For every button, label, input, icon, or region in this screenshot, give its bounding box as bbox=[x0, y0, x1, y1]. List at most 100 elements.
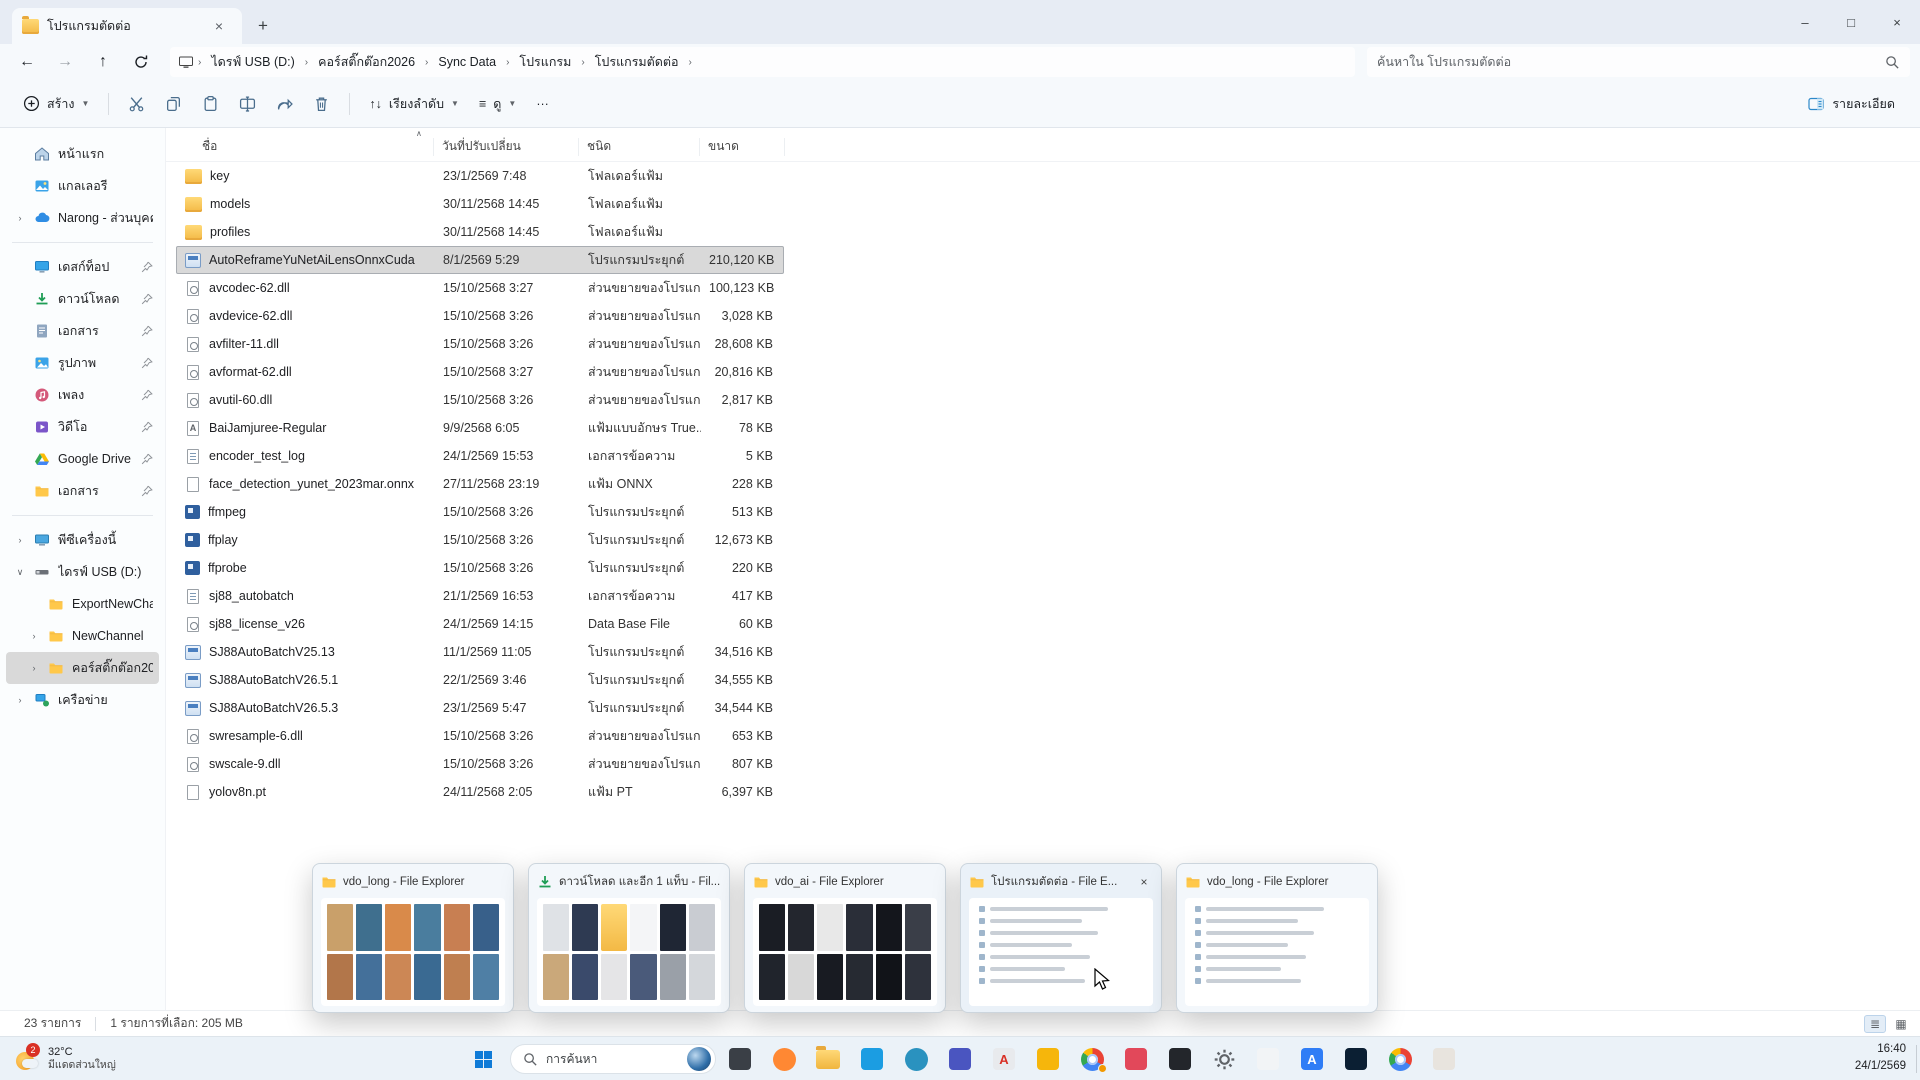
explorer-tab[interactable]: โปรแกรมตัดต่อ × bbox=[12, 8, 242, 44]
cut-button[interactable] bbox=[119, 87, 154, 121]
taskbar-clock[interactable]: 16:40 24/1/2569 bbox=[1855, 1041, 1906, 1074]
file-row[interactable]: sj88_license_v2624/1/2569 14:15Data Base… bbox=[176, 610, 784, 638]
sidebar-item[interactable]: ›เครือข่าย bbox=[6, 684, 159, 716]
taskbar-preview-card[interactable]: vdo_long - File Explorer bbox=[1176, 863, 1378, 1013]
taskbar-preview-card[interactable]: ดาวน์โหลด และอีก 1 แท็บ - Fil... bbox=[528, 863, 730, 1013]
copy-button[interactable] bbox=[156, 87, 191, 121]
details-view-toggle[interactable]: ≣ bbox=[1864, 1015, 1886, 1033]
maximize-button[interactable]: □ bbox=[1828, 0, 1874, 44]
google-drive-icon[interactable] bbox=[1032, 1044, 1064, 1074]
sidebar-item[interactable]: ExportNewChanel bbox=[6, 588, 159, 620]
rename-button[interactable] bbox=[230, 87, 265, 121]
app-icon-red[interactable] bbox=[1120, 1044, 1152, 1074]
sidebar-item[interactable]: ∨ไดรฟ์ USB (D:) bbox=[6, 556, 159, 588]
file-row[interactable]: encoder_test_log24/1/2569 15:53เอกสารข้อ… bbox=[176, 442, 784, 470]
file-row[interactable]: avdevice-62.dll15/10/2568 3:26ส่วนขยายขอ… bbox=[176, 302, 784, 330]
more-button[interactable]: ··· bbox=[527, 87, 558, 121]
taskbar-preview-card[interactable]: vdo_long - File Explorer bbox=[312, 863, 514, 1013]
file-row[interactable]: SJ88AutoBatchV26.5.122/1/2569 3:46โปรแกร… bbox=[176, 666, 784, 694]
column-header-size[interactable]: ขนาด bbox=[700, 138, 785, 156]
up-button[interactable]: ↑ bbox=[86, 47, 120, 77]
file-row[interactable]: SJ88AutoBatchV25.1311/1/2569 11:05โปรแกร… bbox=[176, 638, 784, 666]
share-button[interactable] bbox=[267, 87, 302, 121]
file-row[interactable]: face_detection_yunet_2023mar.onnx27/11/2… bbox=[176, 470, 784, 498]
taskbar-preview-card[interactable]: vdo_ai - File Explorer bbox=[744, 863, 946, 1013]
file-row[interactable]: swresample-6.dll15/10/2568 3:26ส่วนขยายข… bbox=[176, 722, 784, 750]
file-row[interactable]: swscale-9.dll15/10/2568 3:26ส่วนขยายของโ… bbox=[176, 750, 784, 778]
refresh-button[interactable] bbox=[124, 47, 158, 77]
column-header-type[interactable]: ชนิด bbox=[579, 138, 700, 156]
view-button[interactable]: ≡ ดู▼ bbox=[470, 87, 525, 121]
back-button[interactable]: ← bbox=[10, 47, 44, 77]
sidebar-item[interactable]: รูปภาพ bbox=[6, 347, 159, 379]
sidebar-item[interactable]: Google Drive (G: bbox=[6, 443, 159, 475]
tab-close-icon[interactable]: × bbox=[206, 14, 232, 38]
delete-button[interactable] bbox=[304, 87, 339, 121]
show-desktop-button[interactable] bbox=[1916, 1045, 1920, 1073]
close-button[interactable]: × bbox=[1874, 0, 1920, 44]
file-row[interactable]: sj88_autobatch21/1/2569 16:53เอกสารข้อคว… bbox=[176, 582, 784, 610]
file-row[interactable]: avutil-60.dll15/10/2568 3:26ส่วนขยายของโ… bbox=[176, 386, 784, 414]
search-input[interactable]: ค้นหาใน โปรแกรมตัดต่อ bbox=[1367, 47, 1910, 77]
start-button[interactable] bbox=[466, 1044, 500, 1074]
file-explorer-icon[interactable] bbox=[812, 1044, 844, 1074]
weather-widget[interactable]: 2 32°C มีแดดส่วนใหญ่ bbox=[8, 1041, 122, 1077]
sidebar-item[interactable]: ›NewChannel bbox=[6, 620, 159, 652]
file-row[interactable]: ffplay15/10/2568 3:26โปรแกรมประยุกต์12,6… bbox=[176, 526, 784, 554]
app-icon-black[interactable] bbox=[1164, 1044, 1196, 1074]
edge-icon[interactable] bbox=[900, 1044, 932, 1074]
breadcrumb-item[interactable]: โปรแกรมตัดต่อ bbox=[589, 49, 685, 75]
file-row[interactable]: AutoReframeYuNetAiLensOnnxCuda8/1/2569 5… bbox=[176, 246, 784, 274]
preview-close-icon[interactable]: × bbox=[1135, 873, 1153, 891]
sidebar-item[interactable]: ›พีซีเครื่องนี้ bbox=[6, 524, 159, 556]
pen-tool-icon[interactable] bbox=[1428, 1044, 1460, 1074]
details-pane-button[interactable]: รายละเอียด bbox=[1798, 87, 1904, 121]
sidebar-item[interactable]: หน้าแรก bbox=[6, 138, 159, 170]
taskbar-search[interactable]: การค้นหา bbox=[510, 1044, 716, 1074]
sidebar-item[interactable]: เอกสาร bbox=[6, 315, 159, 347]
file-row[interactable]: ffmpeg15/10/2568 3:26โปรแกรมประยุกต์513 … bbox=[176, 498, 784, 526]
breadcrumb-item[interactable]: ไดรฟ์ USB (D:) bbox=[205, 49, 300, 75]
paste-button[interactable] bbox=[193, 87, 228, 121]
settings-icon[interactable] bbox=[1208, 1044, 1240, 1074]
breadcrumb-item[interactable]: โปรแกรม bbox=[513, 49, 577, 75]
file-row[interactable]: avcodec-62.dll15/10/2568 3:27ส่วนขยายของ… bbox=[176, 274, 784, 302]
app-icon-white[interactable] bbox=[1252, 1044, 1284, 1074]
sidebar-item[interactable]: ›คอร์สติ๊กต๊อก2026 bbox=[6, 652, 159, 684]
thumbnail-view-toggle[interactable]: ▦ bbox=[1890, 1015, 1912, 1033]
column-header-name[interactable]: ชื่อ bbox=[166, 138, 434, 156]
sidebar-item[interactable]: เพลง bbox=[6, 379, 159, 411]
sidebar-item[interactable]: เดสก์ท็อป bbox=[6, 251, 159, 283]
chevron-right-icon[interactable]: › bbox=[28, 663, 40, 673]
file-row[interactable]: ffprobe15/10/2568 3:26โปรแกรมประยุกต์220… bbox=[176, 554, 784, 582]
column-header-date[interactable]: วันที่ปรับเปลี่ยน bbox=[434, 138, 579, 156]
chevron-right-icon[interactable]: › bbox=[14, 213, 26, 223]
mail-icon[interactable]: A bbox=[988, 1044, 1020, 1074]
file-row[interactable]: yolov8n.pt24/11/2568 2:05แฟ้ม PT6,397 KB bbox=[176, 778, 784, 806]
chrome-icon[interactable] bbox=[1076, 1044, 1108, 1074]
app-icon-blue-a[interactable]: A bbox=[1296, 1044, 1328, 1074]
sidebar-item[interactable]: ›Narong - ส่วนบุคคล bbox=[6, 202, 159, 234]
sidebar-item[interactable]: ดาวน์โหลด bbox=[6, 283, 159, 315]
chevron-right-icon[interactable]: › bbox=[14, 695, 26, 705]
new-button[interactable]: สร้าง▼ bbox=[14, 87, 98, 121]
file-row[interactable]: key23/1/2569 7:48โฟลเดอร์แฟ้ม bbox=[176, 162, 784, 190]
breadcrumb-item[interactable]: Sync Data bbox=[432, 52, 502, 72]
breadcrumb-item[interactable]: คอร์สติ๊กต๊อก2026 bbox=[312, 49, 421, 75]
sort-button[interactable]: ↑↓ เรียงลำดับ▼ bbox=[360, 87, 468, 121]
file-row[interactable]: models30/11/2568 14:45โฟลเดอร์แฟ้ม bbox=[176, 190, 784, 218]
sidebar-item[interactable]: เอกสาร bbox=[6, 475, 159, 507]
file-row[interactable]: profiles30/11/2568 14:45โฟลเดอร์แฟ้ม bbox=[176, 218, 784, 246]
sidebar-item[interactable]: วิดีโอ bbox=[6, 411, 159, 443]
microsoft-store-icon[interactable] bbox=[856, 1044, 888, 1074]
chevron-right-icon[interactable]: › bbox=[14, 535, 26, 545]
file-row[interactable]: BaiJamjuree-Regular9/9/2568 6:05แฟ้มแบบอ… bbox=[176, 414, 784, 442]
new-tab-button[interactable]: + bbox=[248, 11, 278, 41]
file-row[interactable]: avfilter-11.dll15/10/2568 3:26ส่วนขยายขอ… bbox=[176, 330, 784, 358]
file-row[interactable]: avformat-62.dll15/10/2568 3:27ส่วนขยายขอ… bbox=[176, 358, 784, 386]
app-icon-navy[interactable] bbox=[1340, 1044, 1372, 1074]
minimize-button[interactable]: – bbox=[1782, 0, 1828, 44]
app-icon-blue[interactable] bbox=[944, 1044, 976, 1074]
app-icon-dark[interactable] bbox=[724, 1044, 756, 1074]
file-row[interactable]: SJ88AutoBatchV26.5.323/1/2569 5:47โปรแกร… bbox=[176, 694, 784, 722]
